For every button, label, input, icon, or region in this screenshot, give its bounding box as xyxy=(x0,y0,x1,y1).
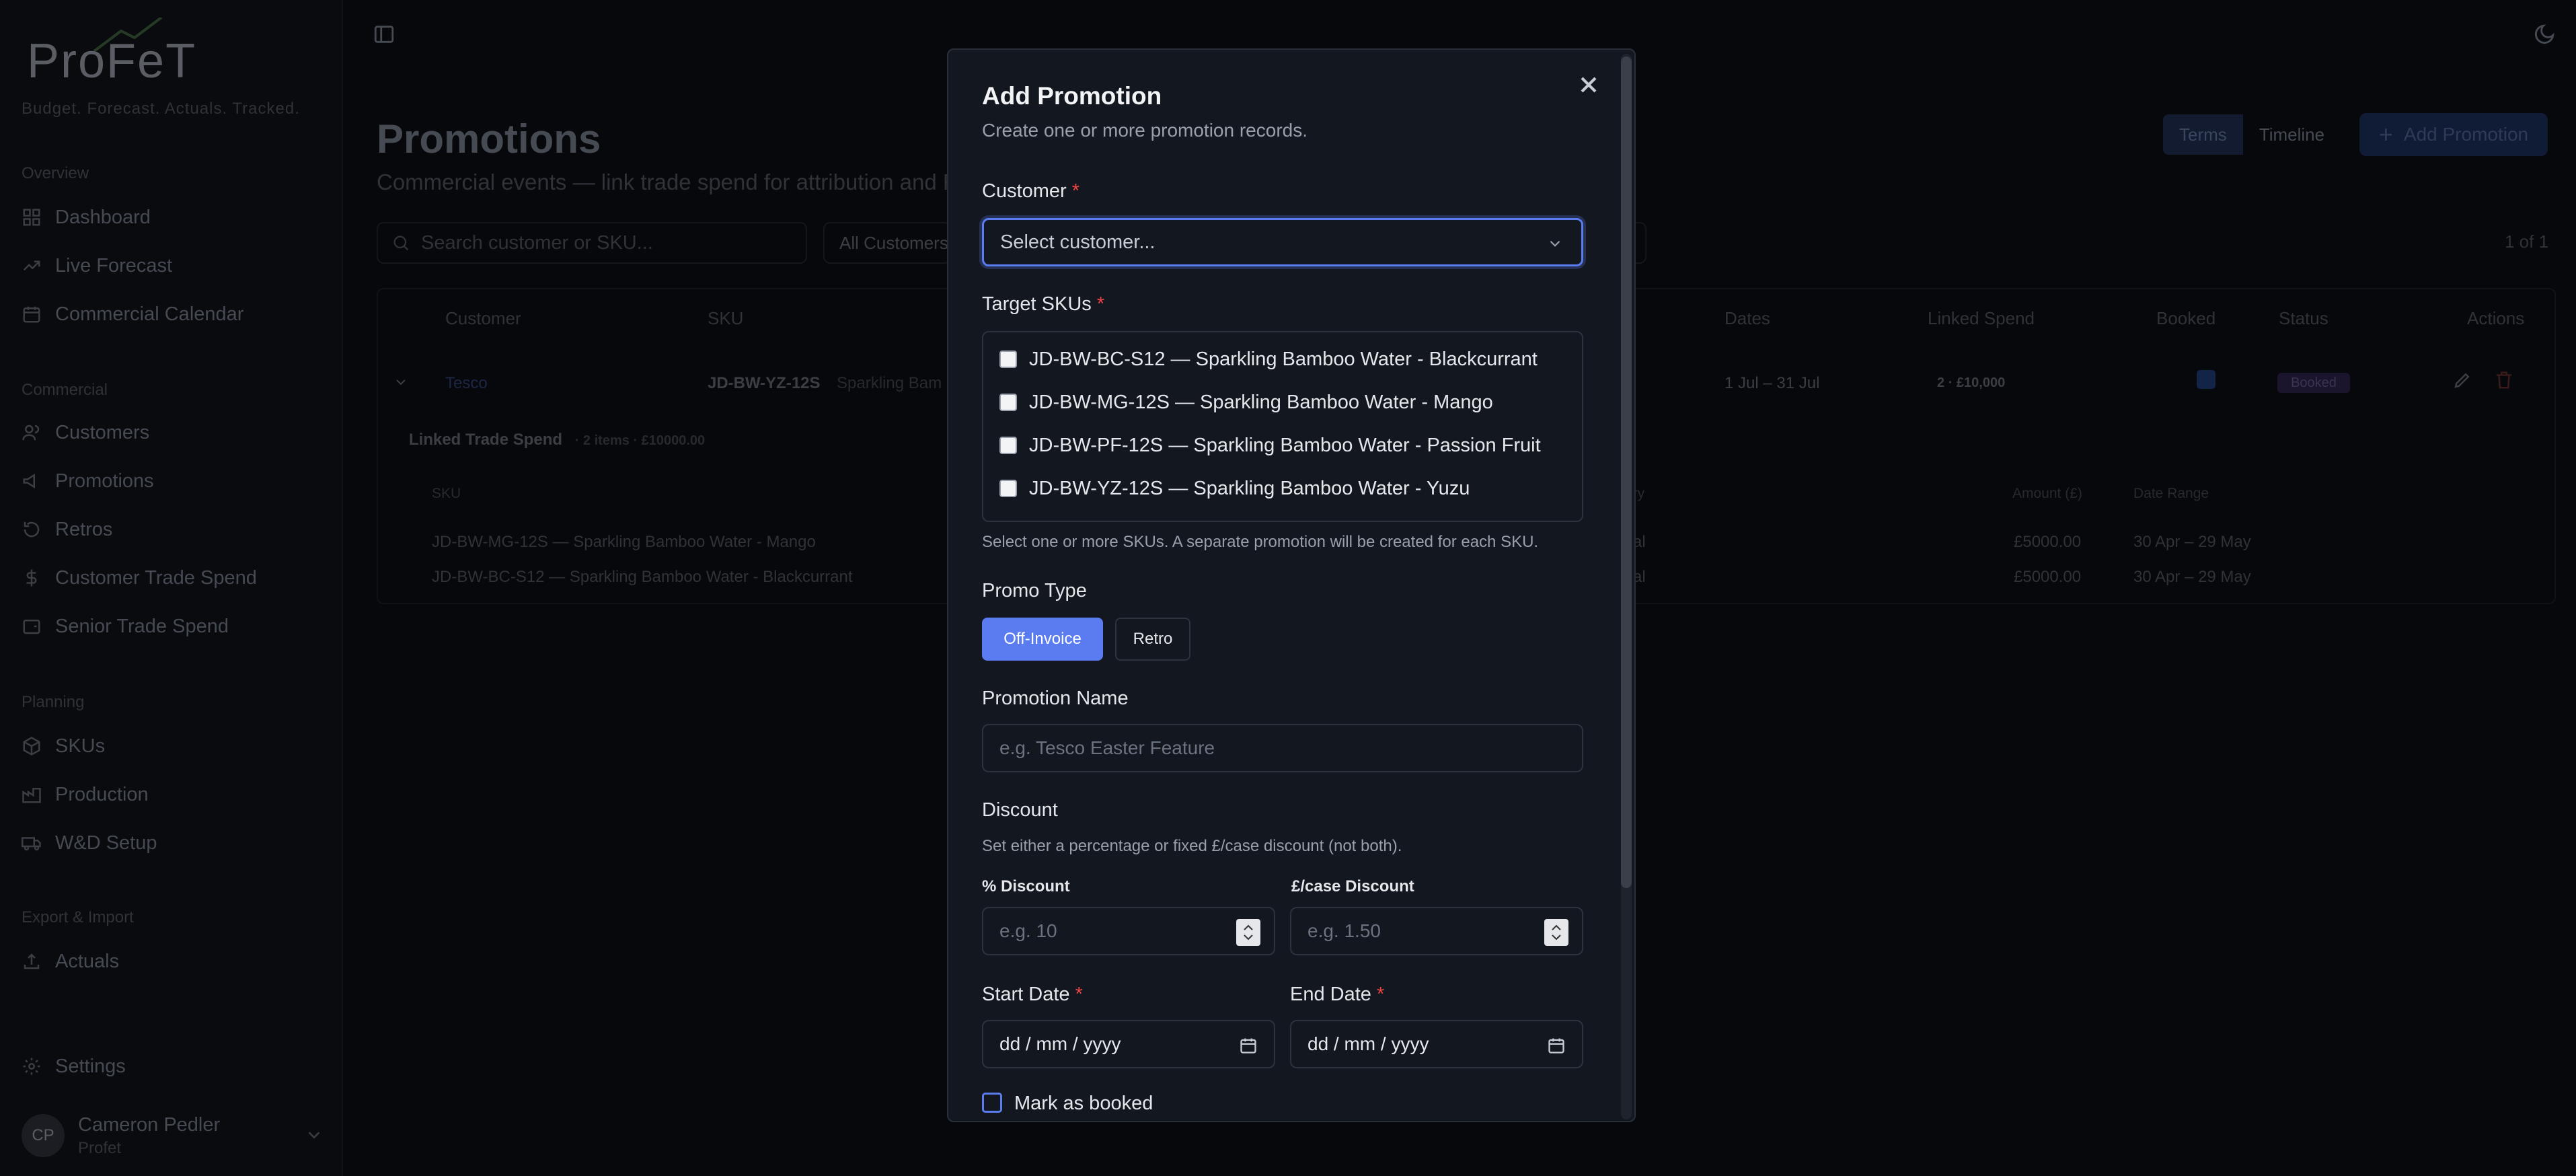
discount-label: Discount xyxy=(982,799,1058,821)
add-promotion-dialog: Add Promotion Create one or more promoti… xyxy=(947,48,1636,1122)
pct-discount-label: % Discount xyxy=(982,877,1070,895)
customer-label: Customer * xyxy=(982,180,1079,203)
pct-discount-input[interactable]: e.g. 10 xyxy=(982,907,1275,955)
calendar-icon[interactable] xyxy=(1239,1036,1258,1055)
stepper-arrows-icon xyxy=(1552,924,1561,941)
pct-discount-placeholder: e.g. 10 xyxy=(999,920,1057,941)
modal-scrollbar-thumb[interactable] xyxy=(1621,57,1632,888)
target-skus-label-text: Target SKUs xyxy=(982,293,1092,315)
required-marker: * xyxy=(1096,293,1105,315)
end-date-label: End Date * xyxy=(1290,984,1384,1006)
stepper-arrows-icon xyxy=(1244,924,1253,941)
mark-booked-checkbox[interactable] xyxy=(982,1093,1002,1113)
end-date-placeholder: dd / mm / yyyy xyxy=(1308,1033,1429,1054)
sku-option[interactable]: JD-BW-PF-12S — Sparkling Bamboo Water - … xyxy=(999,432,1541,459)
required-marker: * xyxy=(1075,984,1083,1005)
customer-select[interactable]: Select customer... xyxy=(982,218,1583,266)
promo-type-retro-button[interactable]: Retro xyxy=(1115,618,1190,661)
case-discount-placeholder: e.g. 1.50 xyxy=(1308,920,1381,941)
skus-help-text: Select one or more SKUs. A separate prom… xyxy=(982,533,1539,551)
calendar-icon[interactable] xyxy=(1547,1036,1566,1055)
sku-checkbox[interactable] xyxy=(999,437,1017,454)
sku-checkbox[interactable] xyxy=(999,480,1017,497)
sku-option[interactable]: JD-BW-MG-12S — Sparkling Bamboo Water - … xyxy=(999,389,1493,416)
sku-checkbox[interactable] xyxy=(999,394,1017,411)
case-discount-input[interactable]: e.g. 1.50 xyxy=(1290,907,1583,955)
sku-checkbox[interactable] xyxy=(999,351,1017,368)
start-date-input[interactable]: dd / mm / yyyy xyxy=(982,1020,1275,1068)
customer-label-text: Customer xyxy=(982,180,1067,202)
start-date-label: Start Date * xyxy=(982,984,1083,1006)
target-skus-label: Target SKUs * xyxy=(982,293,1104,316)
chevron-down-icon xyxy=(1550,240,1560,247)
end-date-input[interactable]: dd / mm / yyyy xyxy=(1290,1020,1583,1068)
sku-option-label: JD-BW-MG-12S — Sparkling Bamboo Water - … xyxy=(1029,391,1493,413)
close-icon[interactable] xyxy=(1575,71,1602,98)
sku-option-label: JD-BW-YZ-12S — Sparkling Bamboo Water - … xyxy=(1029,477,1470,499)
sku-option[interactable]: JD-BW-YZ-12S — Sparkling Bamboo Water - … xyxy=(999,475,1470,502)
end-date-label-text: End Date xyxy=(1290,984,1371,1005)
start-date-placeholder: dd / mm / yyyy xyxy=(999,1033,1121,1054)
promotion-name-label: Promotion Name xyxy=(982,688,1129,709)
promo-type-off-invoice-button[interactable]: Off-Invoice xyxy=(982,618,1103,661)
discount-help-text: Set either a percentage or fixed £/case … xyxy=(982,837,1402,855)
app-root: ProFeT Budget. Forecast. Actuals. Tracke… xyxy=(0,0,2576,1176)
required-marker: * xyxy=(1376,984,1385,1005)
required-marker: * xyxy=(1071,180,1080,202)
pct-discount-stepper[interactable] xyxy=(1236,919,1260,946)
mark-booked-label: Mark as booked xyxy=(1014,1093,1153,1114)
case-discount-label: £/case Discount xyxy=(1291,877,1414,895)
sku-option-label: JD-BW-BC-S12 — Sparkling Bamboo Water - … xyxy=(1029,348,1538,370)
case-discount-stepper[interactable] xyxy=(1544,919,1568,946)
modal-scrollbar[interactable] xyxy=(1621,54,1632,1119)
start-date-label-text: Start Date xyxy=(982,984,1070,1005)
sku-option-label: JD-BW-PF-12S — Sparkling Bamboo Water - … xyxy=(1029,434,1541,456)
customer-select-value: Select customer... xyxy=(1000,231,1156,253)
promotion-name-input[interactable]: e.g. Tesco Easter Feature xyxy=(982,724,1583,772)
dialog-subtitle: Create one or more promotion records. xyxy=(982,120,1308,141)
promo-type-label: Promo Type xyxy=(982,580,1087,601)
dialog-title: Add Promotion xyxy=(982,82,1162,110)
sku-checkbox-list: JD-BW-BC-S12 — Sparkling Bamboo Water - … xyxy=(982,331,1583,522)
sku-option[interactable]: JD-BW-BC-S12 — Sparkling Bamboo Water - … xyxy=(999,346,1538,373)
